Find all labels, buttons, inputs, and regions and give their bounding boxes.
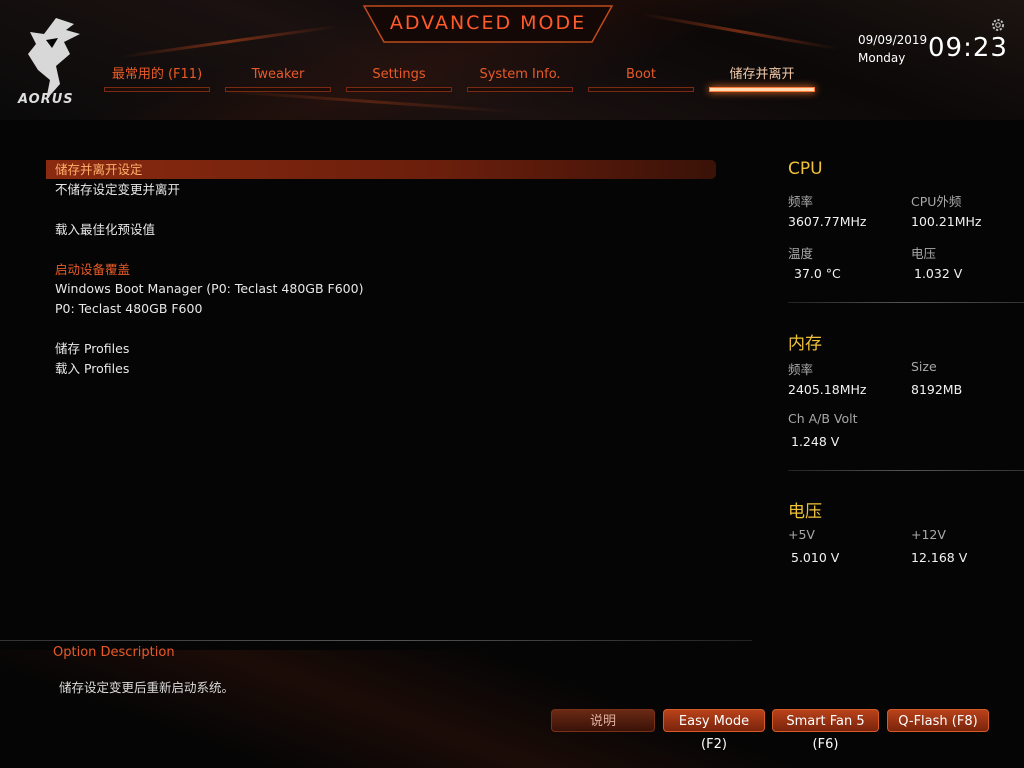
cpu-temp-label: 温度 (788, 246, 814, 261)
cpu-temp-value: 37.0 °C (794, 266, 841, 281)
voltage-5v-label: +5V (788, 527, 815, 542)
cpu-bclk-value: 100.21MHz (911, 214, 982, 229)
option-description-title: Option Description (53, 645, 175, 660)
voltage-5v-value: 5.010 V (791, 550, 840, 565)
memory-freq-label: 频率 (788, 362, 814, 377)
memory-freq-value: 2405.18MHz (788, 382, 867, 397)
tab-underline (225, 87, 331, 92)
tab-label: 储存并离开 (729, 67, 795, 82)
tab-label: Settings (372, 67, 426, 82)
tab-save-exit[interactable]: 储存并离开 (707, 66, 817, 94)
memory-volt-value: 1.248 V (791, 434, 840, 449)
section-divider (788, 470, 1024, 471)
tab-settings[interactable]: Settings (344, 66, 454, 94)
memory-size-value: 8192MB (911, 382, 963, 397)
description-divider (0, 640, 752, 641)
tab-underline (104, 87, 210, 92)
qflash-button[interactable]: Q-Flash (F8) (887, 709, 989, 732)
memory-volt-label: Ch A/B Volt (788, 411, 858, 426)
tab-underline (467, 87, 573, 92)
gear-icon[interactable] (990, 17, 1006, 33)
boot-override-heading: 启动设备覆盖 (55, 262, 131, 277)
tab-underline (588, 87, 694, 92)
tab-label: 最常用的 (F11) (111, 67, 203, 82)
tab-favorites[interactable]: 最常用的 (F11) (102, 66, 212, 94)
menu-item-boot-teclast[interactable]: P0: Teclast 480GB F600 (46, 299, 716, 318)
tab-boot[interactable]: Boot (586, 66, 696, 94)
voltage-12v-value: 12.168 V (911, 550, 968, 565)
help-button[interactable]: 说明 (551, 709, 655, 732)
tab-label: System Info. (479, 67, 561, 82)
cpu-freq-value: 3607.77MHz (788, 214, 867, 229)
cpu-section-title: CPU (788, 159, 823, 179)
tab-underline (346, 87, 452, 92)
voltage-12v-label: +12V (911, 527, 946, 542)
cpu-freq-label: 频率 (788, 194, 814, 209)
menu-item-save-profiles[interactable]: 储存 Profiles (46, 339, 716, 358)
menu-item-save-and-exit[interactable]: 储存并离开设定 (46, 160, 716, 179)
mode-title: ADVANCED MODE (389, 12, 587, 34)
menu-item-load-optimized-defaults[interactable]: 载入最佳化预设值 (46, 220, 716, 239)
decorative-streak (120, 24, 340, 59)
decorative-streak (641, 12, 839, 51)
tab-tweaker[interactable]: Tweaker (223, 66, 333, 94)
memory-section-title: 内存 (788, 334, 822, 354)
tab-label: Boot (626, 67, 656, 82)
section-divider (788, 302, 1024, 303)
tab-underline-active (709, 87, 815, 92)
cpu-volt-label: 电压 (911, 246, 937, 261)
tab-system-info[interactable]: System Info. (465, 66, 575, 94)
tab-label: Tweaker (251, 67, 305, 82)
voltage-section-title: 电压 (788, 502, 822, 522)
menu-item-boot-windows-manager[interactable]: Windows Boot Manager (P0: Teclast 480GB … (46, 279, 716, 298)
cpu-volt-value: 1.032 V (914, 266, 963, 281)
weekday-display: Monday (858, 51, 906, 65)
time-display: 09:23 (928, 33, 1008, 63)
cpu-bclk-label: CPU外频 (911, 194, 962, 209)
easy-mode-button[interactable]: Easy Mode (F2) (663, 709, 765, 752)
menu-item-exit-without-saving[interactable]: 不储存设定变更并离开 (46, 180, 716, 199)
date-display: 09/09/2019 (858, 33, 928, 47)
menu-item-load-profiles[interactable]: 载入 Profiles (46, 359, 716, 378)
memory-size-label: Size (911, 359, 937, 374)
option-description-text: 储存设定变更后重新启动系统。 (59, 680, 235, 695)
aorus-logo-text: AORUS (18, 92, 74, 107)
smart-fan-button[interactable]: Smart Fan 5 (F6) (772, 709, 879, 752)
